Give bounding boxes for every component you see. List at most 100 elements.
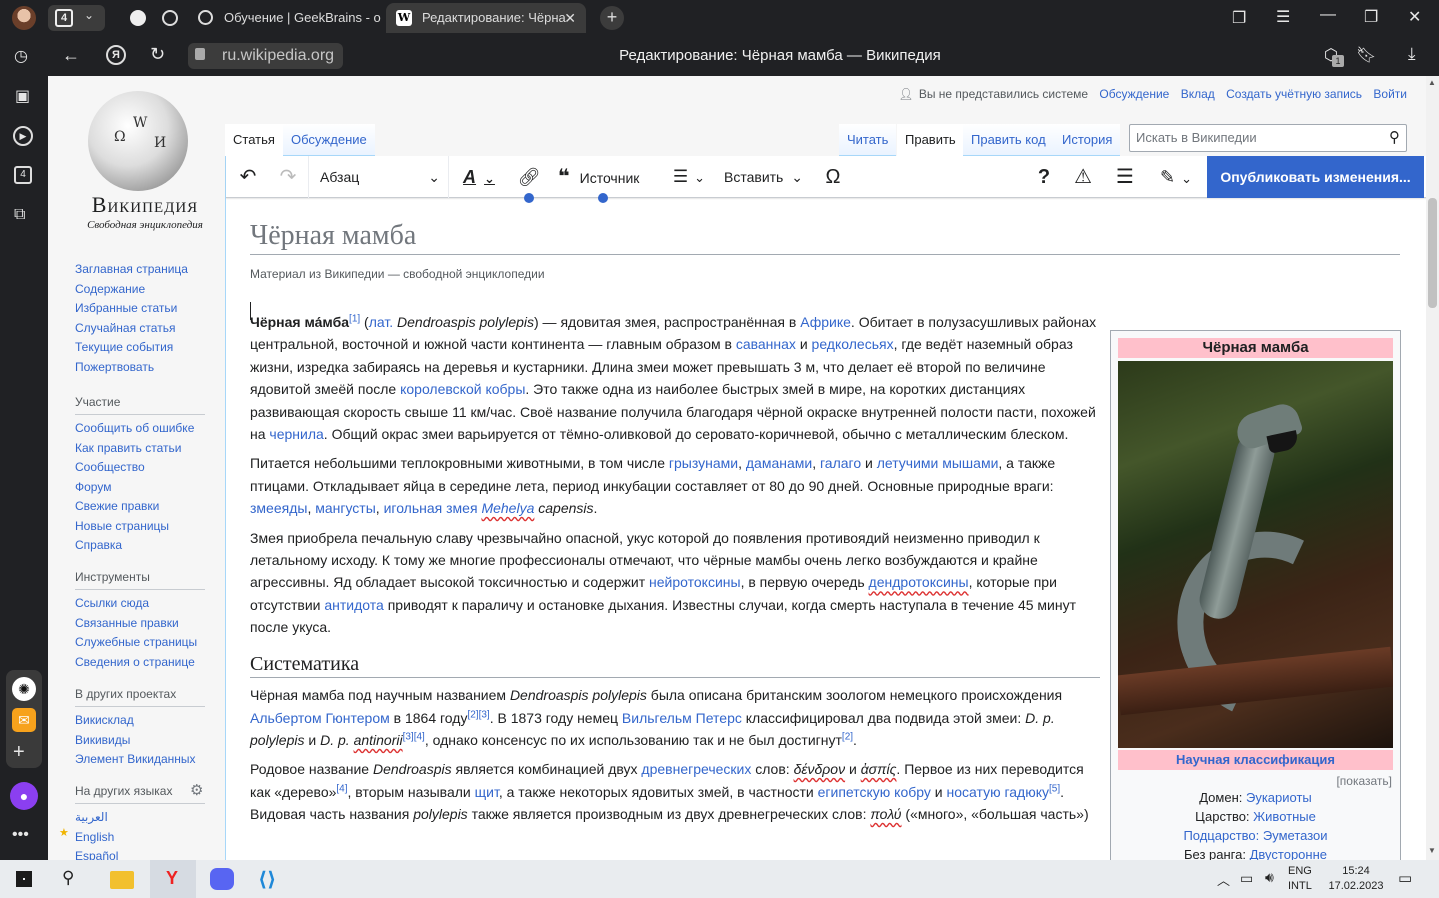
- more-icon[interactable]: •••: [12, 826, 29, 844]
- search-input[interactable]: Искать в Википедии ⚲: [1129, 124, 1407, 152]
- sidebar-item-commons[interactable]: Викисклад: [75, 711, 245, 731]
- wikipedia-logo[interactable]: W Ω И Википедия Свободная энциклопедия: [78, 88, 208, 238]
- publish-button[interactable]: Опубликовать изменения...: [1207, 156, 1424, 198]
- volume-icon[interactable]: 🔊︎: [1265, 869, 1274, 886]
- selection-handle-end[interactable]: [598, 193, 608, 203]
- notifications-icon[interactable]: ▭: [1398, 869, 1412, 887]
- collections-icon[interactable]: ❐: [1232, 8, 1246, 28]
- sidebar-item-wikispecies[interactable]: Викивиды: [75, 731, 245, 751]
- edit-mode-icon[interactable]: ✎ ⌄: [1154, 156, 1198, 198]
- yandex-icon[interactable]: Я: [106, 45, 126, 65]
- reload-icon[interactable]: ↻: [150, 44, 165, 65]
- network-icon[interactable]: ▭: [1240, 870, 1253, 887]
- sidebar-item-current-events[interactable]: Текущие события: [75, 338, 245, 358]
- insert-dropdown[interactable]: Вставить ⌄: [724, 156, 806, 198]
- sidebar-item-forum[interactable]: Форум: [75, 478, 245, 498]
- search-icon[interactable]: ⚲: [62, 868, 74, 888]
- article-title[interactable]: Чёрная мамба: [250, 220, 1400, 255]
- tab-counter-button[interactable]: 4 ⌄: [48, 5, 105, 31]
- new-tab-button[interactable]: +: [600, 6, 624, 30]
- login-link[interactable]: Войти: [1373, 87, 1407, 101]
- collections-side-icon[interactable]: ▣: [15, 86, 30, 106]
- sidebar-item-page-info[interactable]: Сведения о странице: [75, 653, 245, 673]
- sidebar-item-wikidata[interactable]: Элемент Викиданных: [75, 750, 245, 770]
- sidebar-item-new-pages[interactable]: Новые страницы: [75, 517, 245, 537]
- undo-icon[interactable]: ↶: [234, 156, 262, 198]
- sidebar-item-related-changes[interactable]: Связанные правки: [75, 614, 245, 634]
- tab-edit-source[interactable]: Править код: [963, 124, 1054, 156]
- sidebar-item-recent-changes[interactable]: Свежие правки: [75, 497, 245, 517]
- back-icon[interactable]: ←: [62, 45, 80, 66]
- infobox-value[interactable]: Эукариоты: [1246, 790, 1312, 805]
- scrollbar-thumb[interactable]: [1428, 198, 1437, 308]
- cite-button[interactable]: ❝ Источник: [558, 156, 654, 198]
- link-icon[interactable]: 🔗︎: [516, 156, 542, 198]
- sidebar-item-donate[interactable]: Пожертвовать: [75, 358, 245, 378]
- gear-icon[interactable]: ⚙: [190, 781, 203, 799]
- sidebar-item-lang-spanish[interactable]: Español: [75, 847, 245, 860]
- sidebar-item-random[interactable]: Случайная статья: [75, 319, 245, 339]
- tab-read[interactable]: Читать: [839, 124, 897, 156]
- infobox-label[interactable]: Подцарство:: [1183, 828, 1259, 843]
- create-account-link[interactable]: Создать учётную запись: [1226, 87, 1362, 101]
- clock[interactable]: 15:24 17.02.2023: [1326, 864, 1386, 894]
- format-dropdown[interactable]: Абзац ⌄: [310, 156, 446, 198]
- profile-avatar[interactable]: [12, 6, 36, 30]
- page-options-icon[interactable]: ☰: [1112, 156, 1138, 198]
- alice-icon[interactable]: ●: [10, 782, 38, 810]
- sidebar-item-contents[interactable]: Содержание: [75, 280, 245, 300]
- infobox-value[interactable]: Эуметазои: [1263, 828, 1328, 843]
- maximize-icon[interactable]: ❐: [1364, 7, 1378, 27]
- sidebar-item-report-error[interactable]: Сообщить об ошибке: [75, 419, 245, 439]
- yandex-browser-icon[interactable]: Y: [150, 860, 196, 898]
- vscode-icon[interactable]: ⟨⟩: [258, 867, 276, 892]
- history-icon[interactable]: ◷: [14, 46, 28, 66]
- sidebar-item-help[interactable]: Справка: [75, 536, 245, 556]
- page-scrollbar[interactable]: ▲ ▼: [1426, 76, 1439, 860]
- scroll-down-arrow[interactable]: ▼: [1428, 846, 1436, 855]
- personal-contrib-link[interactable]: Вклад: [1181, 87, 1215, 101]
- infobox-value[interactable]: Двусторонне: [1250, 847, 1327, 860]
- minimize-icon[interactable]: —: [1320, 6, 1336, 24]
- personal-talk-link[interactable]: Обсуждение: [1099, 87, 1169, 101]
- close-window-icon[interactable]: ✕: [1408, 7, 1421, 27]
- sidebar-item-lang-arabic[interactable]: العربية: [75, 808, 245, 828]
- bookmark-icon[interactable]: 🔖︎: [1356, 45, 1376, 65]
- tabs-count-icon[interactable]: 4: [14, 166, 32, 184]
- text-style-icon[interactable]: A ⌄: [456, 156, 502, 198]
- tab-article[interactable]: Статья: [225, 124, 283, 156]
- tab-talk[interactable]: Обсуждение: [283, 124, 375, 156]
- sidebar-item-how-to-edit[interactable]: Как править статьи: [75, 439, 245, 459]
- play-icon[interactable]: ▶: [13, 126, 33, 146]
- sidebar-item-lang-english[interactable]: English: [75, 828, 245, 848]
- list-icon[interactable]: ☰ ⌄: [668, 156, 710, 198]
- extensions-icon[interactable]: ⬡ 1: [1324, 45, 1344, 67]
- menu-icon[interactable]: ☰: [1276, 7, 1290, 27]
- sidebar-item-community[interactable]: Сообщество: [75, 458, 245, 478]
- search-icon[interactable]: ⚲: [1389, 128, 1400, 146]
- tray-chevron-icon[interactable]: ︿: [1217, 870, 1230, 889]
- black-mamba-photo[interactable]: [1118, 361, 1393, 748]
- url-field[interactable]: ru.wikipedia.org: [188, 43, 343, 69]
- warning-icon[interactable]: ⚠: [1070, 156, 1096, 198]
- file-explorer-icon[interactable]: [110, 871, 134, 889]
- chatgpt-icon[interactable]: ✺: [12, 677, 36, 701]
- tab-wikipedia-edit[interactable]: W Редактирование: Чёрна ✕: [386, 3, 586, 33]
- special-character-icon[interactable]: Ω: [820, 156, 846, 198]
- sidebar-item-main-page[interactable]: Заглавная страница: [75, 260, 245, 280]
- sidebar-item-what-links-here[interactable]: Ссылки сюда: [75, 594, 245, 614]
- sidebar-item-featured[interactable]: Избранные статьи: [75, 299, 245, 319]
- scroll-up-arrow[interactable]: ▲: [1428, 78, 1436, 87]
- tab-edit[interactable]: Править: [897, 124, 964, 156]
- download-icon[interactable]: ⤓: [1408, 44, 1416, 64]
- sidebar-item-special-pages[interactable]: Служебные страницы: [75, 633, 245, 653]
- screenshot-icon[interactable]: ⧉: [14, 206, 25, 224]
- add-app-icon[interactable]: +: [13, 741, 25, 764]
- github-icon[interactable]: [130, 10, 146, 26]
- windows-start-icon[interactable]: [16, 871, 32, 887]
- article-body[interactable]: Чёрная ма́мба[1] (лат. Dendroaspis polyl…: [250, 311, 1100, 833]
- language-indicator[interactable]: ENG INTL: [1288, 864, 1312, 894]
- help-icon[interactable]: ?: [1032, 156, 1056, 198]
- tab-history[interactable]: История: [1054, 124, 1121, 156]
- discord-icon[interactable]: [210, 868, 234, 890]
